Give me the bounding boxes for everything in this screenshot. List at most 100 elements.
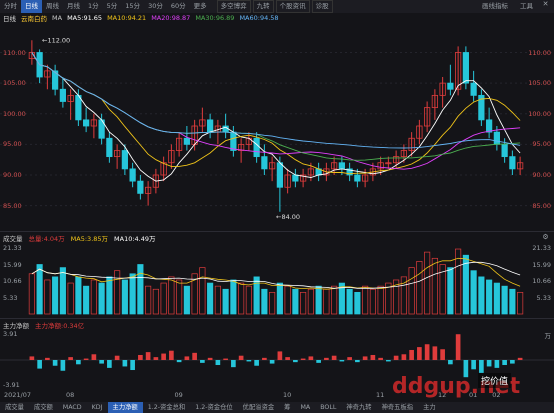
volume-ma5: MA5:3.85万 xyxy=(70,235,109,243)
volume-bar xyxy=(416,261,423,315)
period-tab[interactable]: 月线 xyxy=(63,0,84,13)
volume-ma10: MA10:4.49万 xyxy=(114,235,156,243)
tool-chip[interactable]: 个股资讯 xyxy=(275,0,310,13)
indicator-tab[interactable]: BOLL xyxy=(315,402,341,413)
candlestick xyxy=(346,162,353,182)
indicator-tab[interactable]: 神奇五板指 xyxy=(377,402,418,413)
candlestick xyxy=(478,89,485,126)
indicator-tab[interactable]: KDJ xyxy=(87,402,108,413)
volume-tick-label: 10.66 xyxy=(3,277,22,285)
volume-bar xyxy=(83,285,90,315)
indicator-tab[interactable]: 神奇九转 xyxy=(341,402,376,413)
indicator-tab[interactable]: MA xyxy=(295,402,315,413)
low-annotation: ←84.00 xyxy=(276,213,300,221)
indicator-tab[interactable]: 优配溢资金 xyxy=(238,402,279,413)
ma20-value: MA20:98.87 xyxy=(151,14,191,22)
date-tick-label: 2021/07 xyxy=(4,391,32,399)
tool-chip[interactable]: 九转 xyxy=(252,0,274,13)
indicator-tab[interactable]: 成交量 xyxy=(0,402,29,413)
indicator-tab[interactable]: 1.2-资金总和 xyxy=(143,402,190,413)
candlestick xyxy=(191,119,198,151)
volume-bar xyxy=(214,285,221,315)
volume-bar xyxy=(486,279,493,315)
volume-bar xyxy=(509,288,516,315)
volume-bar xyxy=(114,270,121,315)
close-icon[interactable]: ✕ xyxy=(541,0,550,9)
candlestick xyxy=(59,77,66,108)
indicator-tab[interactable]: 主力净额 xyxy=(107,402,143,413)
period-tab[interactable]: 日线 xyxy=(21,0,42,13)
flow-bar xyxy=(161,353,166,360)
flow-bar xyxy=(502,360,507,366)
volume-bar xyxy=(493,282,500,315)
flow-bar xyxy=(83,358,89,360)
flow-bar xyxy=(486,360,492,367)
period-tab[interactable]: 1分 xyxy=(84,0,103,13)
panel-settings-icon[interactable]: ⚙ xyxy=(541,233,550,242)
candlestick xyxy=(462,46,469,90)
tool-chip[interactable]: 诊股 xyxy=(311,0,333,13)
volume-bar xyxy=(207,282,214,315)
period-tab[interactable]: 15分 xyxy=(121,0,144,13)
volume-bar xyxy=(67,282,74,315)
flow-bar xyxy=(138,354,143,360)
flow-bar xyxy=(60,360,66,371)
flow-bar xyxy=(68,357,73,360)
indicator-tab[interactable]: 主力 xyxy=(418,402,441,413)
volume-tick-label: 15.99 xyxy=(532,260,551,269)
volume-bar xyxy=(269,291,276,315)
candlestick xyxy=(362,168,369,188)
tools-button[interactable]: 工具 xyxy=(516,0,537,13)
candlestick xyxy=(199,107,206,133)
flow-bar xyxy=(300,358,306,360)
indicator-tab[interactable]: 筹 xyxy=(279,402,295,413)
volume-bar xyxy=(52,276,59,315)
volume-bar xyxy=(199,267,206,315)
flow-bar xyxy=(29,356,35,360)
candlestick xyxy=(222,113,229,139)
period-tab[interactable]: 周线 xyxy=(42,0,63,13)
indicator-tool-button[interactable]: 画线指标 xyxy=(478,0,512,13)
volume-bar xyxy=(307,288,314,315)
period-tab[interactable]: 5分 xyxy=(103,0,122,13)
tool-chips: 多空博弈 九转 个股资讯 诊股 xyxy=(216,0,335,13)
volume-bar xyxy=(129,273,136,315)
price-chart[interactable]: ←112.00 ←84.00 xyxy=(0,24,554,230)
volume-bar xyxy=(121,279,128,315)
candlestick xyxy=(284,168,291,194)
volume-bar xyxy=(230,279,237,315)
candlestick xyxy=(106,132,113,163)
price-tick-label: 90.00 xyxy=(532,171,551,179)
volume-bar xyxy=(369,288,376,315)
tool-chip[interactable]: 多空博弈 xyxy=(216,0,251,13)
period-tab[interactable]: 30分 xyxy=(144,0,167,13)
candlestick xyxy=(207,113,214,139)
volume-chart[interactable] xyxy=(0,244,554,316)
period-tab[interactable]: 60分 xyxy=(167,0,190,13)
period-tab[interactable]: 更多 xyxy=(190,0,211,13)
flow-bar xyxy=(401,354,407,360)
volume-bar xyxy=(36,264,43,315)
volume-tick-label: 5.33 xyxy=(3,293,18,302)
indicator-tab[interactable]: 成交额 xyxy=(29,402,58,413)
flow-bar xyxy=(510,360,515,364)
volume-bar xyxy=(331,285,338,315)
price-tick-label: 100.00 xyxy=(528,109,551,118)
volume-bar xyxy=(222,288,229,315)
flow-bar xyxy=(277,351,283,360)
flow-bar xyxy=(339,360,345,362)
volume-bar xyxy=(323,288,330,315)
volume-bar xyxy=(261,288,268,315)
volume-bar xyxy=(292,288,299,315)
indicator-tab[interactable]: 1.2-资金仓位 xyxy=(190,402,237,413)
price-tick-label: 110.00 xyxy=(528,48,551,57)
stock-name: 云南白药 xyxy=(21,15,47,23)
flow-bar xyxy=(393,355,399,360)
ma60-line xyxy=(31,52,521,149)
flow-bar xyxy=(293,360,298,363)
flow-bar xyxy=(494,360,500,368)
period-tab[interactable]: 分时 xyxy=(0,0,21,13)
flow-bar xyxy=(254,360,259,366)
flow-bar xyxy=(200,360,205,363)
indicator-tab[interactable]: MACD xyxy=(58,402,87,413)
